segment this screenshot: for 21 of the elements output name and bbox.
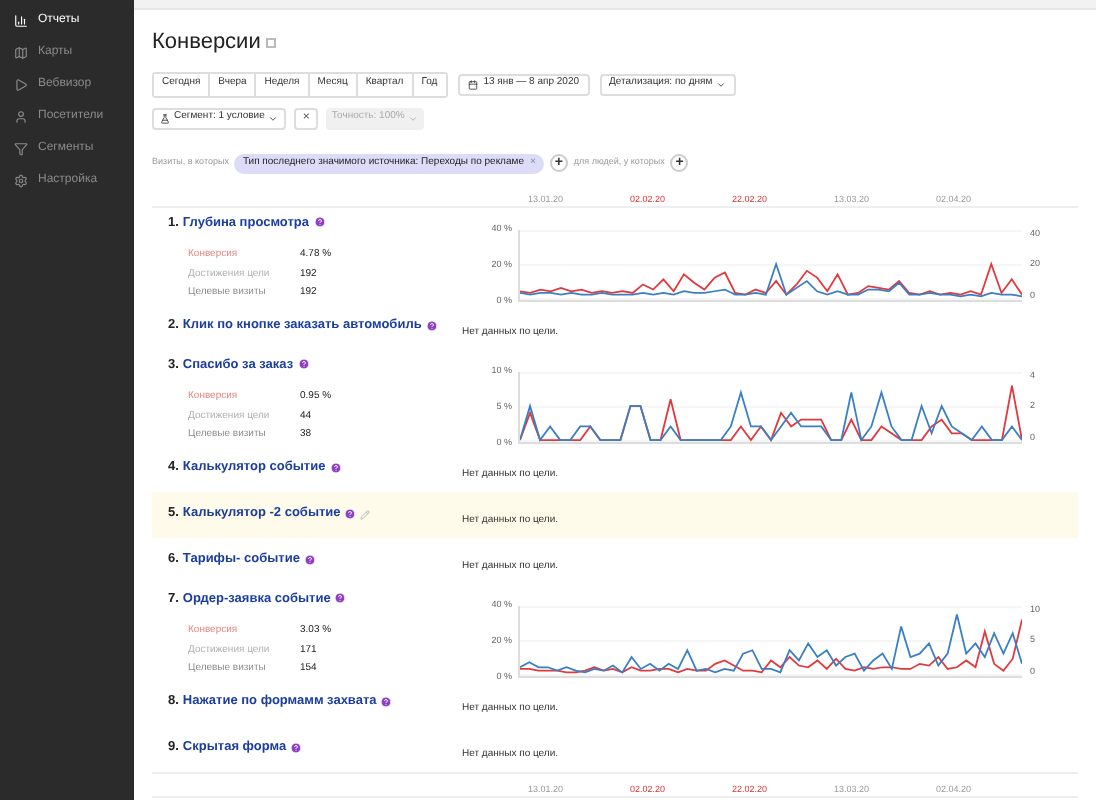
page-title: Конверсии (152, 28, 261, 58)
filter-icon (14, 142, 28, 156)
help-icon[interactable] (303, 554, 316, 566)
help-icon[interactable] (290, 742, 303, 754)
calendar-icon (467, 79, 478, 89)
help-icon[interactable] (334, 592, 347, 605)
map-icon (14, 46, 28, 60)
person-icon (14, 110, 28, 124)
bar-chart-icon (14, 14, 28, 28)
flask-icon (160, 113, 170, 123)
help-icon[interactable] (297, 358, 310, 371)
caret-icon (268, 113, 279, 123)
help-icon[interactable] (344, 508, 357, 520)
help-icon[interactable] (329, 462, 342, 474)
help-icon[interactable] (380, 696, 393, 708)
play-icon (14, 78, 28, 92)
caret-icon (716, 79, 727, 89)
help-icon[interactable] (313, 216, 325, 229)
help-icon[interactable] (425, 320, 438, 332)
caret-icon (408, 113, 419, 123)
settings-icon (14, 174, 28, 188)
